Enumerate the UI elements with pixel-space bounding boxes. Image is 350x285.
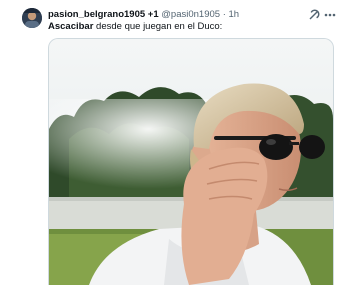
display-name[interactable]: pasion_belgrano1905 [48, 9, 145, 20]
timestamp[interactable]: 1h [229, 9, 240, 20]
post-text: Ascacibar desde que juegan en el Duco: [48, 21, 334, 33]
post-header: pasion_belgrano1905 +1 @pasi0n1905 · 1h [48, 9, 310, 21]
photo-illustration [49, 39, 333, 285]
handle[interactable]: @pasi0n1905 [161, 9, 220, 20]
plus-badge: +1 [147, 9, 159, 20]
separator: · [222, 9, 226, 20]
post-image[interactable] [48, 38, 334, 285]
more-icon[interactable] [323, 8, 337, 20]
post-text-rest: desde que juegan en el Duco: [93, 21, 223, 32]
grok-icon[interactable] [308, 8, 320, 20]
tweet[interactable]: pasion_belgrano1905 +1 @pasi0n1905 · 1h … [0, 0, 350, 285]
post-text-bold: Ascacibar [48, 21, 94, 32]
avatar[interactable] [22, 8, 42, 28]
